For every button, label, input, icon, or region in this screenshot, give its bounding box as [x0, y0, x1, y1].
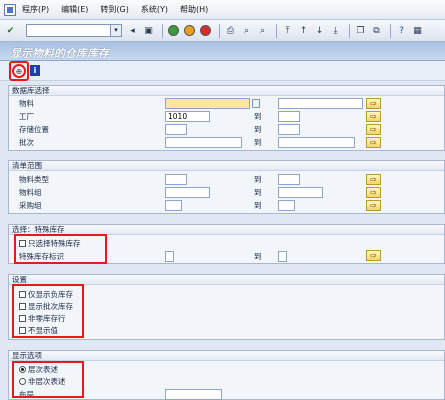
info-icon[interactable]: i: [30, 65, 40, 76]
first-page-icon[interactable]: ⤒: [281, 24, 294, 37]
chevron-down-icon[interactable]: ▾: [110, 25, 121, 36]
toolbar-divider: [219, 23, 220, 38]
material-group-high-input[interactable]: [278, 187, 323, 198]
range-to-label: 到: [254, 112, 262, 121]
menu-help[interactable]: 帮助(H): [180, 4, 208, 15]
back-icon[interactable]: [167, 24, 180, 37]
material-group-multiple-selection[interactable]: ⇨: [366, 187, 381, 198]
toolbar-divider: [390, 23, 391, 38]
toolbar-divider: [349, 23, 350, 38]
menu-goto[interactable]: 转到(G): [100, 4, 128, 15]
sap-window-icon[interactable]: [4, 3, 16, 16]
field-label-material: 物料: [19, 99, 34, 108]
material-type-multiple-selection[interactable]: ⇨: [366, 174, 381, 185]
range-to-label: 到: [254, 175, 262, 184]
toolbar-divider: [276, 23, 277, 38]
plant-high-input[interactable]: [278, 111, 300, 122]
menu-system[interactable]: 系统(Y): [141, 4, 168, 15]
title-bar: 显示物料的仓库库存: [0, 42, 445, 61]
range-to-label: 到: [254, 252, 262, 261]
layout-icon[interactable]: ▦: [411, 24, 424, 37]
material-type-low-input[interactable]: [165, 174, 187, 185]
standard-toolbar: ✔ ▾ ◂ ▣ ⎙ ⌕ ⌕ ⤒ ↑ ↓ ⤓ ❐ ⧉ ? ▦: [0, 20, 445, 42]
material-search-help[interactable]: [252, 99, 260, 108]
special-stock-high-input[interactable]: [278, 251, 287, 262]
layout-input[interactable]: [165, 389, 222, 400]
special-stock-multiple-selection[interactable]: ⇨: [366, 250, 381, 261]
material-group-low-input[interactable]: [165, 187, 210, 198]
field-label-storage-location: 存储位置: [19, 125, 49, 134]
command-field[interactable]: ▾: [26, 24, 122, 37]
purchasing-group-low-input[interactable]: [165, 200, 182, 211]
highlight-special-stock: [14, 234, 107, 264]
group-header: 显示选项: [9, 351, 444, 361]
exit-icon[interactable]: [183, 24, 196, 37]
storage-location-high-input[interactable]: [278, 124, 300, 135]
material-multiple-selection[interactable]: ⇨: [366, 98, 381, 109]
batch-multiple-selection[interactable]: ⇨: [366, 137, 381, 148]
page-title: 显示物料的仓库库存: [10, 47, 109, 60]
range-to-label: 到: [254, 201, 262, 210]
field-label-plant: 工厂: [19, 112, 34, 121]
menu-edit[interactable]: 编辑(E): [61, 4, 88, 15]
material-low-input[interactable]: [165, 98, 250, 109]
check-icon[interactable]: ✔: [4, 24, 17, 37]
next-page-icon[interactable]: ↓: [313, 24, 326, 37]
shortcut-icon[interactable]: ⧉: [370, 24, 383, 37]
storage-location-low-input[interactable]: [165, 124, 187, 135]
prev-page-icon[interactable]: ↑: [297, 24, 310, 37]
cancel-icon[interactable]: [199, 24, 212, 37]
group-header: 数据库选择: [9, 86, 444, 96]
batch-low-input[interactable]: [165, 137, 242, 148]
special-stock-low-input[interactable]: [165, 251, 174, 262]
application-toolbar: [0, 61, 445, 81]
help-icon[interactable]: ?: [395, 24, 408, 37]
highlight-settings: [12, 284, 84, 338]
find-icon[interactable]: ⌕: [240, 24, 253, 37]
material-type-high-input[interactable]: [278, 174, 300, 185]
new-session-icon[interactable]: ❐: [354, 24, 367, 37]
field-label-purchasing-group: 采购组: [19, 201, 42, 210]
plant-low-input[interactable]: 1010: [165, 111, 210, 122]
material-high-input[interactable]: [278, 98, 363, 109]
toolbar-divider: [162, 23, 163, 38]
range-to-label: 到: [254, 188, 262, 197]
storage-location-multiple-selection[interactable]: ⇨: [366, 124, 381, 135]
range-to-label: 到: [254, 138, 262, 147]
print-icon[interactable]: ⎙: [224, 24, 237, 37]
field-label-material-group: 物料组: [19, 188, 42, 197]
last-page-icon[interactable]: ⤓: [329, 24, 342, 37]
field-label-material-type: 物料类型: [19, 175, 49, 184]
plant-multiple-selection[interactable]: ⇨: [366, 111, 381, 122]
purchasing-group-high-input[interactable]: [278, 200, 295, 211]
highlight-display-options: [12, 361, 84, 398]
back-nav-icon[interactable]: ◂: [126, 24, 139, 37]
save-icon[interactable]: ▣: [142, 24, 155, 37]
purchasing-group-multiple-selection[interactable]: ⇨: [366, 200, 381, 211]
find-next-icon[interactable]: ⌕: [256, 24, 269, 37]
menu-program[interactable]: 程序(P): [22, 4, 49, 15]
range-to-label: 到: [254, 125, 262, 134]
field-label-batch: 批次: [19, 138, 34, 147]
highlight-execute: [9, 61, 29, 81]
batch-high-input[interactable]: [278, 137, 355, 148]
menu-bar: 程序(P) 编辑(E) 转到(G) 系统(Y) 帮助(H): [0, 0, 445, 20]
group-header: 清单范围: [9, 161, 444, 171]
